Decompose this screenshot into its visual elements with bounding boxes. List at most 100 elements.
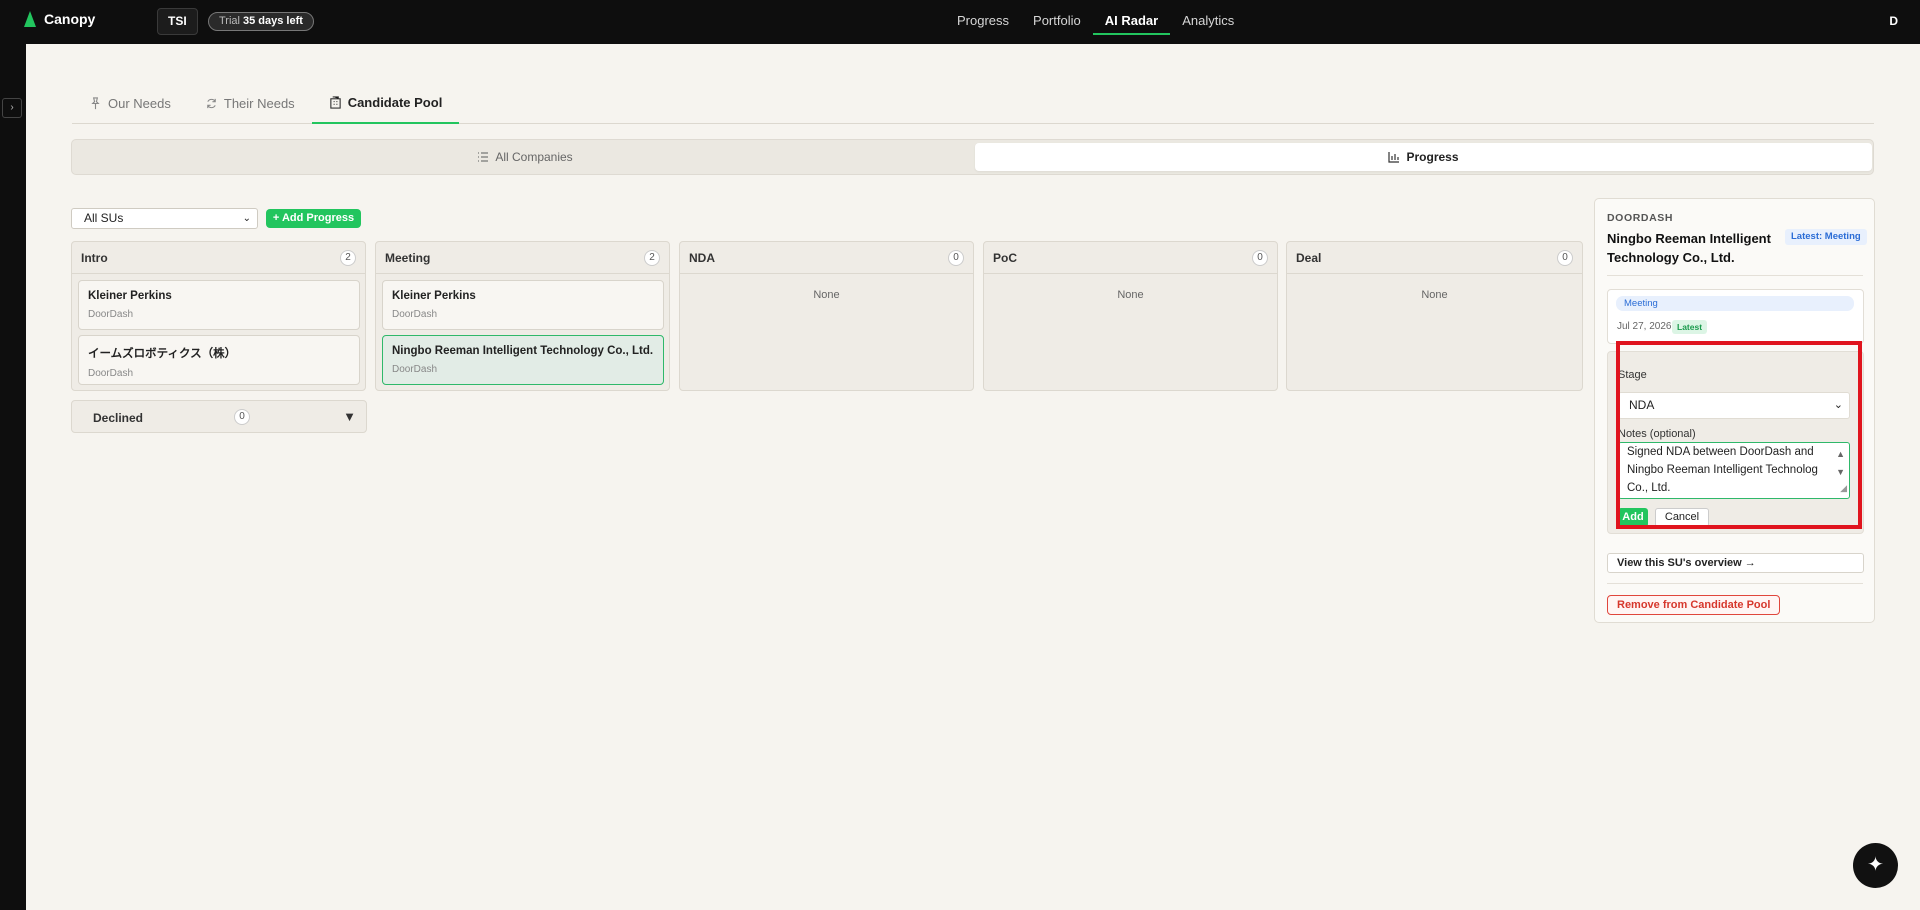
view-all-companies-button[interactable]: All Companies <box>75 143 975 171</box>
view-progress-label: Progress <box>1406 150 1459 164</box>
declined-section-toggle[interactable]: Declined 0 ▼ <box>71 400 367 433</box>
candidate-card[interactable]: Kleiner Perkins DoorDash <box>78 280 360 330</box>
history-date: Jul 27, 2026 <box>1617 321 1672 332</box>
column-count: 0 <box>1557 249 1573 266</box>
column-title: Deal <box>1296 250 1322 265</box>
history-stage-pill: Meeting <box>1616 296 1854 311</box>
view-progress-button[interactable]: Progress <box>975 143 1872 171</box>
top-bar: Canopy TSI Trial 35 days left Progress Po… <box>0 0 1920 44</box>
declined-count: 0 <box>234 409 250 425</box>
history-latest-badge: Latest <box>1672 320 1708 334</box>
card-title: Ningbo Reeman Intelligent Technology Co.… <box>392 345 654 357</box>
subtabs: Our Needs Their Needs Candidate Pool <box>72 82 1874 124</box>
trial-label: Trial <box>219 15 240 27</box>
column-header: PoC 0 <box>984 242 1277 274</box>
column-header: Meeting 2 <box>376 242 669 274</box>
nav-ai-radar[interactable]: AI Radar <box>1092 0 1171 35</box>
card-title: Kleiner Perkins <box>88 290 172 302</box>
column-title: Intro <box>81 250 108 265</box>
building-icon <box>329 95 341 109</box>
tab-our-needs-label: Our Needs <box>108 95 171 111</box>
column-count: 2 <box>340 249 356 266</box>
notes-textarea[interactable]: Signed NDA between DoorDash and Ningbo R… <box>1618 442 1850 499</box>
stage-label: Stage <box>1618 369 1647 381</box>
candidate-card-selected[interactable]: Ningbo Reeman Intelligent Technology Co.… <box>382 335 664 385</box>
divider <box>1607 275 1863 276</box>
column-meeting: Meeting 2 Kleiner Perkins DoorDash Ningb… <box>375 241 670 391</box>
chevron-down-icon: ⌄ <box>242 213 251 224</box>
progress-history-entry: Meeting Jul 27, 2026 Latest <box>1607 289 1864 344</box>
stage-select[interactable]: NDA ⌄ <box>1618 392 1850 419</box>
tab-their-needs[interactable]: Their Needs <box>188 82 312 124</box>
scroll-up-icon[interactable]: ▲ <box>1836 445 1845 463</box>
empty-column-text: None <box>813 289 840 301</box>
su-filter-value: All SUs <box>84 211 124 225</box>
column-count: 0 <box>1252 249 1268 266</box>
column-title: PoC <box>993 250 1017 265</box>
column-title: NDA <box>689 250 715 265</box>
list-icon <box>478 152 489 162</box>
view-su-overview-button[interactable]: View this SU's overview → <box>1607 553 1864 573</box>
su-filter-select[interactable]: All SUs ⌄ <box>71 208 258 229</box>
tab-candidate-pool[interactable]: Candidate Pool <box>311 82 460 124</box>
resize-handle-icon[interactable]: ◢ <box>1840 479 1847 497</box>
column-count: 2 <box>644 249 660 266</box>
add-progress-button[interactable]: + Add Progress <box>266 209 361 228</box>
tab-candidate-pool-label: Candidate Pool <box>347 94 443 110</box>
nav-analytics[interactable]: Analytics <box>1170 0 1246 36</box>
trial-value: 35 days left <box>242 15 303 27</box>
tab-their-needs-label: Their Needs <box>223 95 295 111</box>
view-all-companies-label: All Companies <box>495 150 573 164</box>
remove-from-pool-button[interactable]: Remove from Candidate Pool <box>1607 595 1781 615</box>
column-header: Intro 2 <box>72 242 365 274</box>
left-rail: › <box>0 44 26 910</box>
trial-badge: Trial 35 days left <box>208 12 314 31</box>
column-intro: Intro 2 Kleiner Perkins DoorDash イームズロボテ… <box>71 241 366 391</box>
cancel-button[interactable]: Cancel <box>1655 508 1709 527</box>
divider <box>1607 583 1863 584</box>
nav-progress[interactable]: Progress <box>945 0 1021 36</box>
ai-assistant-sparkle-icon[interactable]: ✦ <box>1853 843 1898 888</box>
column-header: NDA 0 <box>680 242 973 274</box>
workspace-badge[interactable]: TSI <box>157 8 198 35</box>
tab-our-needs[interactable]: Our Needs <box>72 82 188 124</box>
bar-chart-icon <box>1388 152 1400 163</box>
candidate-card[interactable]: Kleiner Perkins DoorDash <box>382 280 664 330</box>
column-nda: NDA 0 None <box>679 241 974 391</box>
candidate-card[interactable]: イームズロボティクス（株） DoorDash <box>78 335 360 385</box>
panel-company-title: Ningbo Reeman Intelligent Technology Co.… <box>1607 231 1771 265</box>
expand-triangle-icon: ▼ <box>343 409 356 424</box>
candidate-detail-panel: DOORDASH Ningbo Reeman Intelligent Techn… <box>1594 198 1875 623</box>
empty-column-text: None <box>1117 289 1144 301</box>
pin-icon <box>91 96 100 109</box>
add-button[interactable]: Add <box>1618 508 1648 527</box>
stage-select-value: NDA <box>1629 398 1655 412</box>
card-su: DoorDash <box>88 309 134 320</box>
empty-column-text: None <box>1421 289 1448 301</box>
column-deal: Deal 0 None <box>1286 241 1583 391</box>
refresh-icon <box>207 98 216 108</box>
column-header: Deal 0 <box>1287 242 1582 274</box>
card-su: DoorDash <box>392 309 438 320</box>
app-logo[interactable]: Canopy <box>24 11 95 27</box>
card-su: DoorDash <box>88 368 134 379</box>
column-poc: PoC 0 None <box>983 241 1278 391</box>
view-toggle: All Companies Progress <box>71 139 1874 175</box>
canopy-tree-icon <box>24 11 36 27</box>
declined-label: Declined <box>93 411 144 425</box>
chevron-down-icon: ⌄ <box>1833 399 1843 411</box>
panel-su-name: DOORDASH <box>1607 212 1674 224</box>
card-title: イームズロボティクス（株） <box>88 348 237 360</box>
app-name: Canopy <box>44 11 96 27</box>
card-title: Kleiner Perkins <box>392 290 476 302</box>
user-avatar[interactable]: D <box>1889 14 1898 28</box>
nav-portfolio[interactable]: Portfolio <box>1021 0 1093 36</box>
latest-stage-badge: Latest: Meeting <box>1785 229 1867 245</box>
main-nav: Progress Portfolio AI Radar Analytics <box>945 0 1246 44</box>
add-progress-form: Stage NDA ⌄ Notes (optional) Signed NDA … <box>1607 351 1864 534</box>
column-title: Meeting <box>385 250 431 265</box>
sidebar-expand-button[interactable]: › <box>2 98 22 118</box>
card-su: DoorDash <box>392 364 438 375</box>
notes-label: Notes (optional) <box>1618 428 1696 440</box>
notes-value: Signed NDA between DoorDash and Ningbo R… <box>1627 446 1818 494</box>
